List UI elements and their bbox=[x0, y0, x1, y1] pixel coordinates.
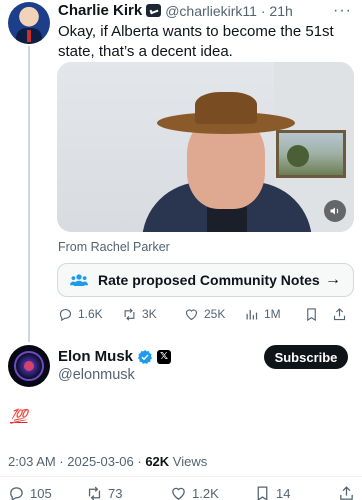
share-button[interactable] bbox=[338, 485, 358, 500]
author-handle[interactable]: @elonmusk bbox=[58, 367, 135, 383]
community-notes-button[interactable]: Rate proposed Community Notes → bbox=[57, 263, 354, 297]
thread-line bbox=[28, 46, 30, 342]
share-icon bbox=[340, 485, 353, 500]
tweet-text: Okay, if Alberta wants to become the 51s… bbox=[58, 23, 334, 60]
divider bbox=[0, 476, 362, 477]
share-button[interactable] bbox=[332, 307, 352, 322]
speaker-icon[interactable] bbox=[324, 200, 346, 222]
quoted-tweet-actions: 1.6K 3K 25K 1M bbox=[58, 304, 354, 324]
bookmark-button[interactable]: 14 bbox=[254, 485, 338, 500]
views-icon bbox=[246, 309, 258, 319]
views-label: Views bbox=[169, 454, 208, 469]
author-name[interactable]: Elon Musk bbox=[58, 348, 133, 365]
arrow-right-icon: → bbox=[325, 271, 341, 288]
bookmark-button[interactable] bbox=[304, 307, 332, 322]
like-button[interactable]: 1.2K bbox=[170, 485, 254, 500]
repost-button[interactable]: 3K bbox=[122, 307, 184, 322]
heart-icon bbox=[185, 308, 198, 320]
reply-icon bbox=[10, 486, 23, 500]
reply-icon bbox=[59, 308, 72, 321]
x-affiliate-badge: 𝕏 bbox=[157, 349, 172, 364]
reply-button[interactable]: 1.6K bbox=[58, 307, 122, 322]
reply-count: 105 bbox=[30, 485, 52, 500]
repost-count: 73 bbox=[108, 485, 123, 500]
views-count: 62K bbox=[145, 454, 170, 469]
reply-button[interactable]: 105 bbox=[8, 485, 86, 500]
views-count: 1M bbox=[264, 307, 281, 321]
repost-count: 3K bbox=[142, 307, 157, 321]
share-icon bbox=[333, 307, 346, 320]
reply-count: 1.6K bbox=[78, 307, 103, 321]
community-notes-label: Rate proposed Community Notes bbox=[98, 272, 320, 288]
bookmark-icon bbox=[307, 307, 316, 321]
bookmark-icon bbox=[257, 485, 268, 500]
people-icon bbox=[70, 274, 88, 286]
main-tweet-actions: 105 73 1.2K 14 bbox=[8, 484, 362, 500]
quoted-tweet-header: Charlie Kirk @charliekirk11 · 21h bbox=[58, 2, 293, 19]
author-name[interactable]: Charlie Kirk bbox=[58, 2, 142, 19]
repost-button[interactable]: 73 bbox=[86, 485, 170, 500]
video-media[interactable] bbox=[57, 62, 354, 232]
main-tweet-author-row: Elon Musk 𝕏 bbox=[58, 348, 172, 365]
views-button[interactable]: 1M bbox=[244, 307, 304, 322]
heart-icon bbox=[172, 487, 185, 500]
repost-icon bbox=[88, 486, 101, 500]
timestamp[interactable]: 2:03 AM · 2025-03-06 · bbox=[8, 454, 145, 469]
like-button[interactable]: 25K bbox=[184, 307, 244, 322]
avatar-charlie-kirk[interactable] bbox=[8, 2, 50, 44]
author-handle-time[interactable]: @charliekirk11 · 21h bbox=[165, 3, 293, 19]
media-source[interactable]: From Rachel Parker bbox=[58, 240, 170, 254]
tweet-meta: 2:03 AM · 2025-03-06 · 62K Views bbox=[8, 454, 207, 469]
verified-badge-icon bbox=[137, 349, 153, 364]
repost-icon bbox=[124, 307, 135, 321]
subscribe-button[interactable]: Subscribe bbox=[264, 345, 348, 369]
like-count: 25K bbox=[204, 307, 226, 321]
more-icon[interactable]: ··· bbox=[333, 2, 352, 20]
painting bbox=[276, 130, 346, 178]
bookmark-count: 14 bbox=[276, 485, 291, 500]
avatar-elon-musk[interactable] bbox=[8, 345, 50, 387]
tweet-text: 💯 bbox=[10, 408, 28, 424]
like-count: 1.2K bbox=[192, 485, 219, 500]
affiliate-badge-icon bbox=[146, 4, 162, 17]
